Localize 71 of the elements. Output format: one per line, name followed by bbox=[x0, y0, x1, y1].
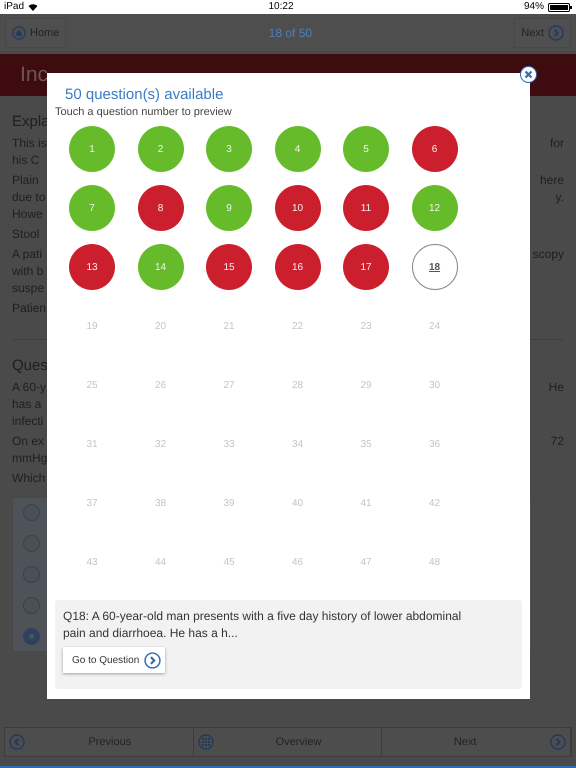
question-number[interactable]: 2 bbox=[138, 126, 184, 172]
question-number[interactable]: 47 bbox=[343, 539, 389, 585]
question-number[interactable]: 25 bbox=[69, 362, 115, 408]
question-number[interactable]: 17 bbox=[343, 244, 389, 290]
question-number[interactable]: 45 bbox=[206, 539, 252, 585]
question-number[interactable]: 26 bbox=[138, 362, 184, 408]
question-number[interactable]: 33 bbox=[206, 421, 252, 467]
result-title: Inc bbox=[20, 63, 48, 87]
radio-button[interactable] bbox=[23, 628, 40, 645]
question-number[interactable]: 18 bbox=[412, 244, 458, 290]
question-number[interactable]: 30 bbox=[412, 362, 458, 408]
question-preview: Q18: A 60-year-old man presents with a five day history of lower abdominal pain and diarrhoea. He has a h... bbox=[63, 608, 462, 642]
question-number[interactable]: 37 bbox=[69, 480, 115, 526]
chevron-right-icon bbox=[144, 652, 162, 668]
question-number[interactable]: 10 bbox=[274, 185, 320, 231]
battery-percent: 94% bbox=[524, 1, 544, 13]
question-number[interactable]: 9 bbox=[206, 185, 252, 231]
radio-button[interactable] bbox=[23, 597, 40, 614]
question-number[interactable]: 20 bbox=[138, 303, 184, 349]
question-number[interactable]: 28 bbox=[274, 362, 320, 408]
question-number[interactable]: 8 bbox=[138, 185, 184, 231]
grid-icon bbox=[198, 734, 214, 750]
radio-button[interactable] bbox=[23, 566, 40, 583]
question-number[interactable]: 43 bbox=[69, 539, 115, 585]
question-number[interactable]: 36 bbox=[412, 421, 458, 467]
question-number[interactable]: 40 bbox=[274, 480, 320, 526]
question-number[interactable]: 4 bbox=[274, 126, 320, 172]
dialog-title: 50 question(s) available bbox=[64, 86, 224, 103]
question-number[interactable]: 11 bbox=[343, 185, 389, 231]
question-number[interactable]: 19 bbox=[69, 303, 115, 349]
question-number[interactable]: 22 bbox=[274, 303, 320, 349]
question-number[interactable]: 42 bbox=[412, 480, 458, 526]
question-number[interactable]: 24 bbox=[412, 303, 458, 349]
chevron-left-icon bbox=[9, 734, 25, 750]
question-number[interactable]: 12 bbox=[412, 185, 458, 231]
question-position: 18 of 50 bbox=[268, 26, 312, 40]
question-number[interactable]: 23 bbox=[343, 303, 389, 349]
clock-time: 10:22 bbox=[268, 1, 294, 13]
question-number[interactable]: 3 bbox=[206, 126, 252, 172]
question-number[interactable]: 41 bbox=[343, 480, 389, 526]
question-number[interactable]: 15 bbox=[206, 244, 252, 290]
wifi-icon bbox=[28, 3, 38, 11]
question-number[interactable]: 6 bbox=[412, 126, 458, 172]
close-icon bbox=[524, 70, 533, 79]
device-name: iPad bbox=[4, 1, 24, 13]
question-number[interactable]: 48 bbox=[412, 539, 458, 585]
radio-button[interactable] bbox=[23, 504, 40, 521]
question-number[interactable]: 38 bbox=[138, 480, 184, 526]
question-number[interactable]: 34 bbox=[274, 421, 320, 467]
battery-icon bbox=[548, 2, 572, 12]
radio-button[interactable] bbox=[23, 535, 40, 552]
question-number[interactable]: 5 bbox=[343, 126, 389, 172]
question-number[interactable]: 13 bbox=[69, 244, 115, 290]
question-number[interactable]: 7 bbox=[69, 185, 115, 231]
chevron-right-icon bbox=[550, 734, 566, 750]
question-number[interactable]: 14 bbox=[138, 244, 184, 290]
question-number[interactable]: 35 bbox=[343, 421, 389, 467]
question-number[interactable]: 46 bbox=[274, 539, 320, 585]
question-number[interactable]: 16 bbox=[274, 244, 320, 290]
chevron-right-icon bbox=[548, 24, 564, 40]
home-icon bbox=[12, 26, 26, 40]
question-number[interactable]: 44 bbox=[138, 539, 184, 585]
question-number[interactable]: 29 bbox=[343, 362, 389, 408]
question-number[interactable]: 39 bbox=[206, 480, 252, 526]
question-number[interactable]: 31 bbox=[69, 421, 115, 467]
question-number[interactable]: 1 bbox=[69, 126, 115, 172]
question-number[interactable]: 21 bbox=[206, 303, 252, 349]
go-to-question-button[interactable]: Go to Question bbox=[63, 647, 166, 673]
question-number[interactable]: 27 bbox=[206, 362, 252, 408]
dialog-subtitle: Touch a question number to preview bbox=[55, 105, 233, 119]
question-number[interactable]: 32 bbox=[138, 421, 184, 467]
